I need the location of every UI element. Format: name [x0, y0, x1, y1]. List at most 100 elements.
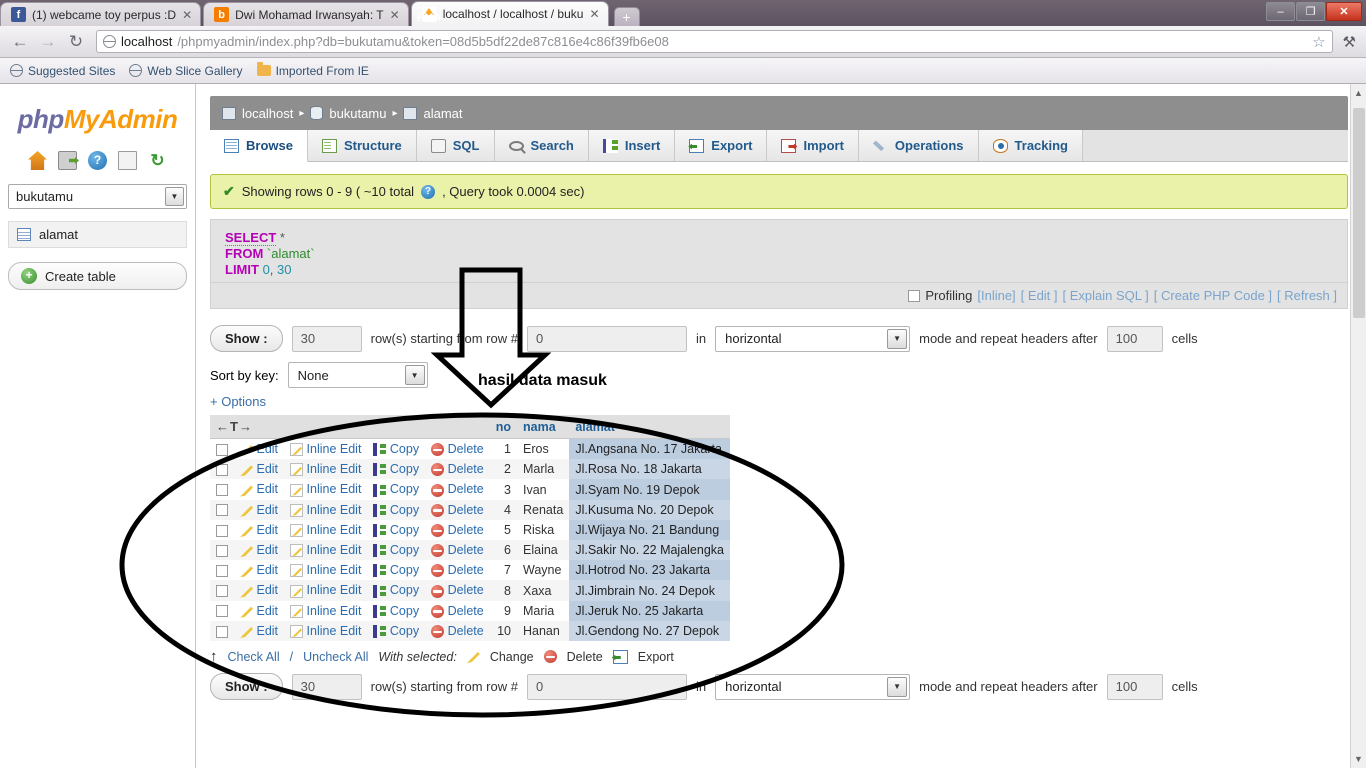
tab-search[interactable]: Search	[494, 130, 589, 161]
sort-by-key-select[interactable]: None ▼	[287, 362, 428, 388]
wrench-menu-icon[interactable]: ⚒	[1339, 33, 1360, 51]
chevron-down-icon[interactable]: ▼	[887, 676, 908, 697]
row-delete-cell[interactable]: Delete	[425, 560, 490, 581]
row-copy-cell[interactable]: Copy	[367, 499, 426, 520]
profiling-refresh-link[interactable]: [ Refresh ]	[1277, 288, 1337, 303]
row-copy-cell[interactable]: Copy	[367, 479, 426, 500]
row-delete-cell[interactable]: Delete	[425, 519, 490, 541]
docs-icon[interactable]	[118, 151, 137, 170]
headers-input-top[interactable]: 100	[1106, 325, 1163, 352]
profiling-edit-link[interactable]: [ Edit ]	[1021, 288, 1058, 303]
row-checkbox-cell[interactable]	[210, 438, 234, 460]
create-table-button[interactable]: + Create table	[8, 262, 187, 290]
row-edit-cell[interactable]: Edit	[234, 519, 285, 541]
row-edit-cell[interactable]: Edit	[234, 438, 285, 460]
row-delete-cell[interactable]: Delete	[425, 438, 490, 460]
scrollbar-thumb[interactable]	[1353, 108, 1365, 318]
check-all-link[interactable]: Check All	[228, 650, 280, 664]
bookmark-suggested-sites[interactable]: Suggested Sites	[9, 64, 115, 78]
tab-browse[interactable]: Browse	[210, 130, 308, 162]
sidebar-item-alamat[interactable]: alamat	[8, 221, 187, 248]
row-copy-cell[interactable]: Copy	[367, 600, 426, 621]
help-icon[interactable]: ?	[421, 184, 436, 199]
breadcrumb-database[interactable]: bukutamu	[310, 106, 386, 121]
row-delete-cell[interactable]: Delete	[425, 479, 490, 500]
browser-tab-2[interactable]: PMA localhost / localhost / buku ✕	[410, 1, 609, 26]
rows-input-top[interactable]: 30	[291, 325, 362, 352]
breadcrumb-server[interactable]: localhost	[222, 106, 293, 121]
profiling-create-php-code-link[interactable]: [ Create PHP Code ]	[1154, 288, 1272, 303]
minimize-button[interactable]: –	[1266, 2, 1295, 21]
browser-tab-1[interactable]: b Dwi Mohamad Irwansyah: T ✕	[203, 2, 409, 26]
bookmark-star-icon[interactable]: ☆	[1304, 33, 1325, 51]
show-button-bottom[interactable]: Show :	[210, 673, 283, 701]
forward-icon[interactable]: →	[34, 29, 62, 55]
reload-icon[interactable]: ↻	[62, 29, 90, 55]
row-checkbox[interactable]	[216, 605, 228, 618]
chevron-down-icon[interactable]: ▼	[404, 365, 425, 385]
row-edit-cell[interactable]: Edit	[234, 459, 285, 480]
row-inline-edit-cell[interactable]: Inline Edit	[284, 600, 368, 621]
options-toggle-link[interactable]: + Options	[210, 394, 1348, 409]
row-checkbox-cell[interactable]	[210, 540, 234, 561]
row-checkbox-cell[interactable]	[210, 459, 234, 480]
scroll-up-icon[interactable]: ▲	[1354, 88, 1363, 98]
help-icon[interactable]: ?	[88, 151, 107, 170]
headers-input-bottom[interactable]: 100	[1106, 673, 1163, 700]
start-row-input-bottom[interactable]: 0	[526, 673, 687, 700]
row-inline-edit-cell[interactable]: Inline Edit	[284, 519, 368, 541]
mode-select-top[interactable]: horizontal ▼	[715, 325, 911, 352]
browser-tab-0[interactable]: f (1) webcame toy perpus :D ✕	[0, 2, 202, 26]
row-delete-cell[interactable]: Delete	[425, 600, 490, 621]
bookmark-imported-from-ie[interactable]: Imported From IE	[256, 62, 369, 78]
row-inline-edit-cell[interactable]: Inline Edit	[284, 620, 368, 642]
tab-structure[interactable]: Structure	[307, 130, 417, 161]
row-edit-cell[interactable]: Edit	[234, 499, 285, 520]
row-checkbox[interactable]	[216, 585, 228, 598]
row-copy-cell[interactable]: Copy	[367, 459, 426, 480]
row-checkbox[interactable]	[216, 524, 228, 537]
column-header-nama[interactable]: nama	[517, 415, 570, 439]
close-tab-icon[interactable]: ✕	[182, 8, 192, 22]
tab-tracking[interactable]: Tracking	[978, 130, 1083, 161]
row-delete-cell[interactable]: Delete	[425, 580, 490, 601]
tab-import[interactable]: Import	[767, 130, 859, 161]
maximize-button[interactable]: ❐	[1296, 2, 1325, 21]
row-inline-edit-cell[interactable]: Inline Edit	[284, 580, 368, 601]
row-inline-edit-cell[interactable]: Inline Edit	[284, 479, 368, 500]
rows-input-bottom[interactable]: 30	[291, 673, 362, 700]
row-copy-cell[interactable]: Copy	[367, 620, 426, 642]
row-checkbox-cell[interactable]	[210, 519, 234, 541]
bookmark-web-slice-gallery[interactable]: Web Slice Gallery	[128, 64, 243, 78]
row-copy-cell[interactable]: Copy	[367, 580, 426, 601]
row-checkbox-cell[interactable]	[210, 600, 234, 621]
show-button-top[interactable]: Show :	[210, 325, 283, 352]
bulk-delete-link[interactable]: Delete	[567, 650, 603, 664]
close-window-button[interactable]: ✕	[1326, 2, 1362, 21]
bulk-export-link[interactable]: Export	[638, 650, 674, 664]
close-tab-icon[interactable]: ✕	[390, 8, 400, 22]
row-edit-cell[interactable]: Edit	[234, 540, 285, 561]
tab-export[interactable]: Export	[675, 130, 768, 161]
row-edit-cell[interactable]: Edit	[234, 479, 285, 500]
row-checkbox-cell[interactable]	[210, 620, 234, 642]
uncheck-all-link[interactable]: Uncheck All	[303, 650, 368, 664]
row-checkbox-cell[interactable]	[210, 560, 234, 581]
row-checkbox[interactable]	[216, 565, 228, 578]
chevron-down-icon[interactable]: ▼	[165, 187, 184, 206]
row-edit-cell[interactable]: Edit	[234, 560, 285, 581]
row-delete-cell[interactable]: Delete	[425, 499, 490, 520]
row-inline-edit-cell[interactable]: Inline Edit	[284, 438, 368, 460]
row-delete-cell[interactable]: Delete	[425, 540, 490, 561]
row-copy-cell[interactable]: Copy	[367, 519, 426, 541]
row-checkbox-cell[interactable]	[210, 580, 234, 601]
row-checkbox[interactable]	[216, 504, 228, 517]
profiling-checkbox[interactable]	[908, 289, 921, 302]
row-checkbox[interactable]	[216, 443, 228, 456]
column-header-alamat[interactable]: alamat	[569, 415, 730, 439]
tab-sql[interactable]: SQL	[416, 130, 495, 161]
profiling-explain-sql-link[interactable]: [ Explain SQL ]	[1063, 288, 1149, 303]
row-inline-edit-cell[interactable]: Inline Edit	[284, 499, 368, 520]
home-icon[interactable]	[28, 151, 47, 170]
address-bar[interactable]: localhost/phpmyadmin/index.php?db=bukuta…	[96, 30, 1333, 53]
